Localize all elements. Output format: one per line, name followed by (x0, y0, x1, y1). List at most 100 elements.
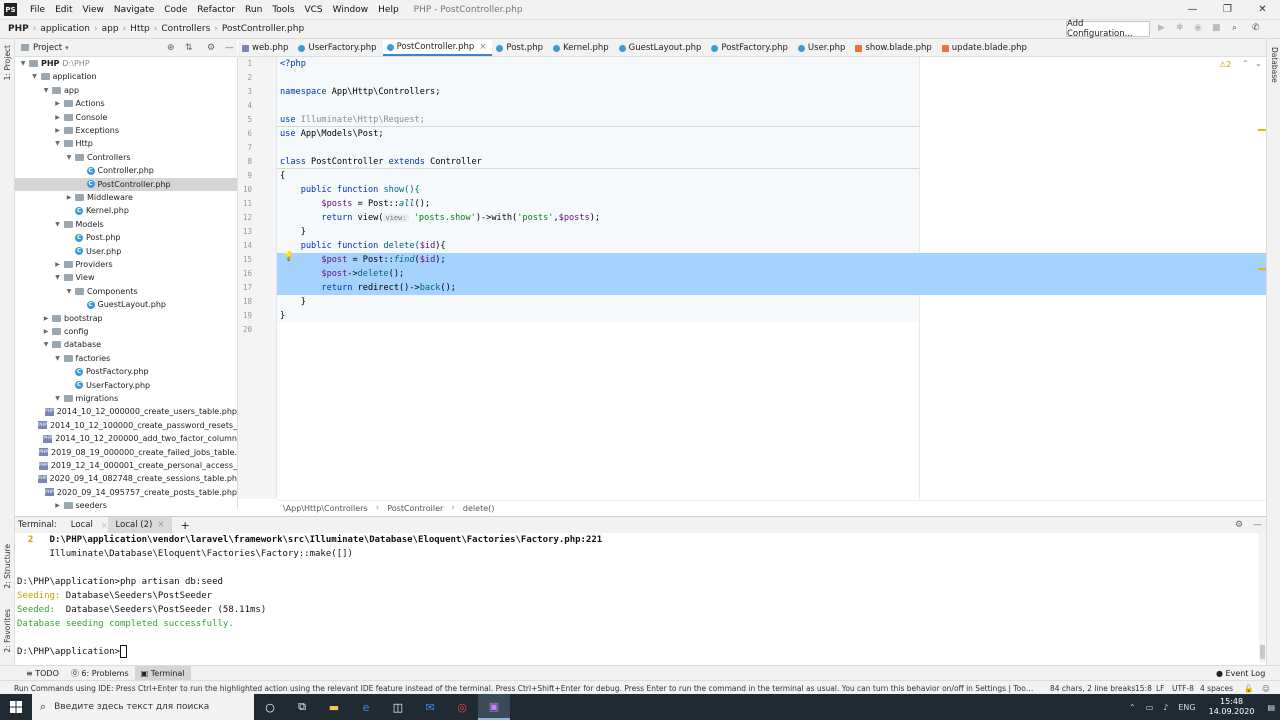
locate-icon[interactable]: ⊕ (167, 43, 175, 53)
terminal-prompt[interactable]: D:\PHP\application> (17, 645, 127, 659)
terminal-output[interactable]: 2 D:\PHP\application\vendor\laravel\fram… (15, 533, 1258, 662)
tree-item[interactable]: PHP 2014_10_12_100000_create_password_res… (15, 419, 237, 432)
code-line[interactable]: use Illuminate\Http\Request; (277, 113, 1266, 127)
code-line[interactable]: return redirect()->back(); (277, 281, 1266, 295)
chevron-right-icon[interactable]: ▶ (54, 502, 62, 509)
chevron-down-icon[interactable]: ▼ (54, 274, 62, 281)
code-line[interactable]: public function show(){ (277, 183, 1266, 197)
tree-item[interactable]: PHP 2019_12_14_000001_create_personal_acc… (15, 459, 237, 472)
store-icon[interactable]: ◫ (382, 694, 414, 720)
menu-refactor[interactable]: Refactor (192, 5, 240, 15)
phpstorm-taskbar-icon[interactable]: ▣ (478, 694, 510, 720)
chrome-icon[interactable]: ◎ (446, 694, 478, 720)
mail-icon[interactable]: ✉ (414, 694, 446, 720)
breadcrumb-php[interactable]: PHP (6, 24, 31, 34)
tree-item[interactable]: ▼ factories (15, 352, 237, 365)
tree-item[interactable]: ▼ View (15, 271, 237, 284)
chevron-right-icon[interactable]: ▶ (42, 328, 50, 335)
chevron-up-icon[interactable]: ⌃ (1242, 59, 1249, 68)
tree-item[interactable]: PHP 2014_10_12_000000_create_users_table.… (15, 405, 237, 418)
tree-item[interactable]: ▶ Middleware (15, 191, 237, 204)
tree-item[interactable]: C GuestLayout.php (15, 298, 237, 311)
terminal-tab-local-2[interactable]: Local (2) × (107, 517, 173, 533)
gear-icon[interactable]: ⚙ (1235, 520, 1243, 530)
database-tool-tab[interactable]: Database (1270, 47, 1279, 83)
breadcrumb-file[interactable]: PostController.php (220, 24, 306, 34)
editor-tab[interactable]: PostFactory.php (707, 40, 794, 56)
code-line[interactable]: <?php (277, 57, 1266, 71)
network-icon[interactable]: ▭ (1141, 703, 1159, 712)
chevron-down-icon[interactable]: ▼ (19, 60, 27, 67)
chevron-down-icon[interactable]: ▼ (54, 140, 62, 147)
project-tool-tab[interactable]: 1: Project (3, 45, 12, 80)
tree-item[interactable]: ▼ database (15, 338, 237, 351)
chevron-down-icon[interactable]: ▼ (54, 355, 62, 362)
warnings-indicator[interactable]: ⚠2 (1219, 60, 1231, 69)
tree-item[interactable]: ▼ Components (15, 285, 237, 298)
collapse-icon[interactable]: ⇅ (185, 43, 193, 53)
tree-item[interactable]: ▼ Models (15, 218, 237, 231)
tree-item[interactable]: PHP 2019_08_19_000000_create_failed_jobs_… (15, 446, 237, 459)
menu-help[interactable]: Help (373, 5, 404, 15)
editor-tab[interactable]: PostController.php × (382, 40, 493, 56)
code-line[interactable]: $post->delete(); (277, 267, 1266, 281)
crumb-namespace[interactable]: \App\Http\Controllers (277, 504, 374, 513)
menu-view[interactable]: View (78, 5, 109, 15)
tree-item[interactable]: ▼ migrations (15, 392, 237, 405)
editor-tab[interactable]: User.php (794, 40, 851, 56)
task-view-icon[interactable]: ⧉ (286, 694, 318, 720)
run-icon[interactable]: ▶ (1158, 23, 1165, 33)
tree-item[interactable]: ▶ config (15, 325, 237, 338)
breadcrumb-controllers[interactable]: Controllers (159, 24, 212, 34)
breadcrumb-application[interactable]: application (38, 24, 92, 34)
tree-item[interactable]: C PostController.php (15, 177, 237, 191)
editor-tab[interactable]: Post.php (492, 40, 549, 56)
crumb-class[interactable]: PostController (381, 504, 449, 513)
tree-item[interactable]: ▶ Console (15, 111, 237, 124)
coverage-icon[interactable]: ◉ (1194, 23, 1202, 33)
code-line[interactable]: } (277, 295, 1266, 309)
hide-icon[interactable]: — (1253, 520, 1262, 530)
terminal-tool-button[interactable]: ▣ Terminal (134, 666, 191, 681)
stop-icon[interactable]: ■ (1212, 23, 1221, 33)
menu-vcs[interactable]: VCS (299, 5, 327, 15)
close-button[interactable]: ✕ (1245, 4, 1280, 15)
tree-item[interactable]: C PostFactory.php (15, 365, 237, 378)
menu-code[interactable]: Code (159, 5, 192, 15)
chevron-right-icon[interactable]: ▶ (54, 261, 62, 268)
tree-item[interactable]: ▶ bootstrap (15, 312, 237, 325)
chevron-right-icon[interactable]: ▶ (54, 127, 62, 134)
editor-tab[interactable]: GuestLayout.php (615, 40, 708, 56)
tree-item[interactable]: C Controller.php (15, 164, 237, 177)
chevron-down-icon[interactable]: ▼ (42, 341, 50, 348)
chevron-down-icon[interactable]: ▼ (65, 154, 73, 161)
chevron-up-icon[interactable]: ⌃ (1124, 703, 1141, 712)
editor-tab[interactable]: show.blade.php (851, 40, 937, 56)
editor-tab[interactable]: web.php (238, 40, 294, 56)
chevron-down-icon[interactable]: ▾ (65, 44, 69, 52)
code-lines[interactable]: <?php namespace App\Http\Controllers; use … (277, 57, 1266, 499)
editor-tab[interactable]: Kernel.php (549, 40, 615, 56)
chevron-down-icon[interactable]: ▼ (31, 73, 39, 80)
chevron-right-icon[interactable]: ▶ (54, 114, 62, 121)
todo-tool-button[interactable]: ≡ TODO (20, 669, 65, 678)
hide-icon[interactable]: — (225, 43, 234, 53)
notifications-icon[interactable]: ▤ (1262, 703, 1280, 712)
edge-icon[interactable]: e (350, 694, 382, 720)
tree-item[interactable]: ▶ Actions (15, 97, 237, 110)
menu-edit[interactable]: Edit (50, 5, 77, 15)
chevron-down-icon[interactable]: ▼ (54, 221, 62, 228)
indent-setting[interactable]: 4 spaces (1196, 684, 1237, 693)
maximize-button[interactable]: ❐ (1210, 4, 1245, 15)
warning-marker[interactable] (1258, 129, 1266, 131)
chevron-down-icon[interactable]: ▼ (65, 288, 73, 295)
editor-tab[interactable]: update.blade.php (938, 40, 1033, 56)
close-icon[interactable]: × (101, 521, 108, 530)
event-log-button[interactable]: ● Event Log (1210, 669, 1271, 678)
search-icon[interactable]: ⌕ (1232, 23, 1237, 33)
tree-item[interactable]: C Post.php (15, 231, 237, 244)
code-line[interactable]: class PostController extends Controller (277, 155, 1266, 169)
file-explorer-icon[interactable]: ▬ (318, 694, 350, 720)
lock-icon[interactable]: 🔓 (1240, 684, 1257, 693)
tree-item[interactable]: PHP 2020_09_14_082748_create_sessions_tab… (15, 472, 237, 485)
